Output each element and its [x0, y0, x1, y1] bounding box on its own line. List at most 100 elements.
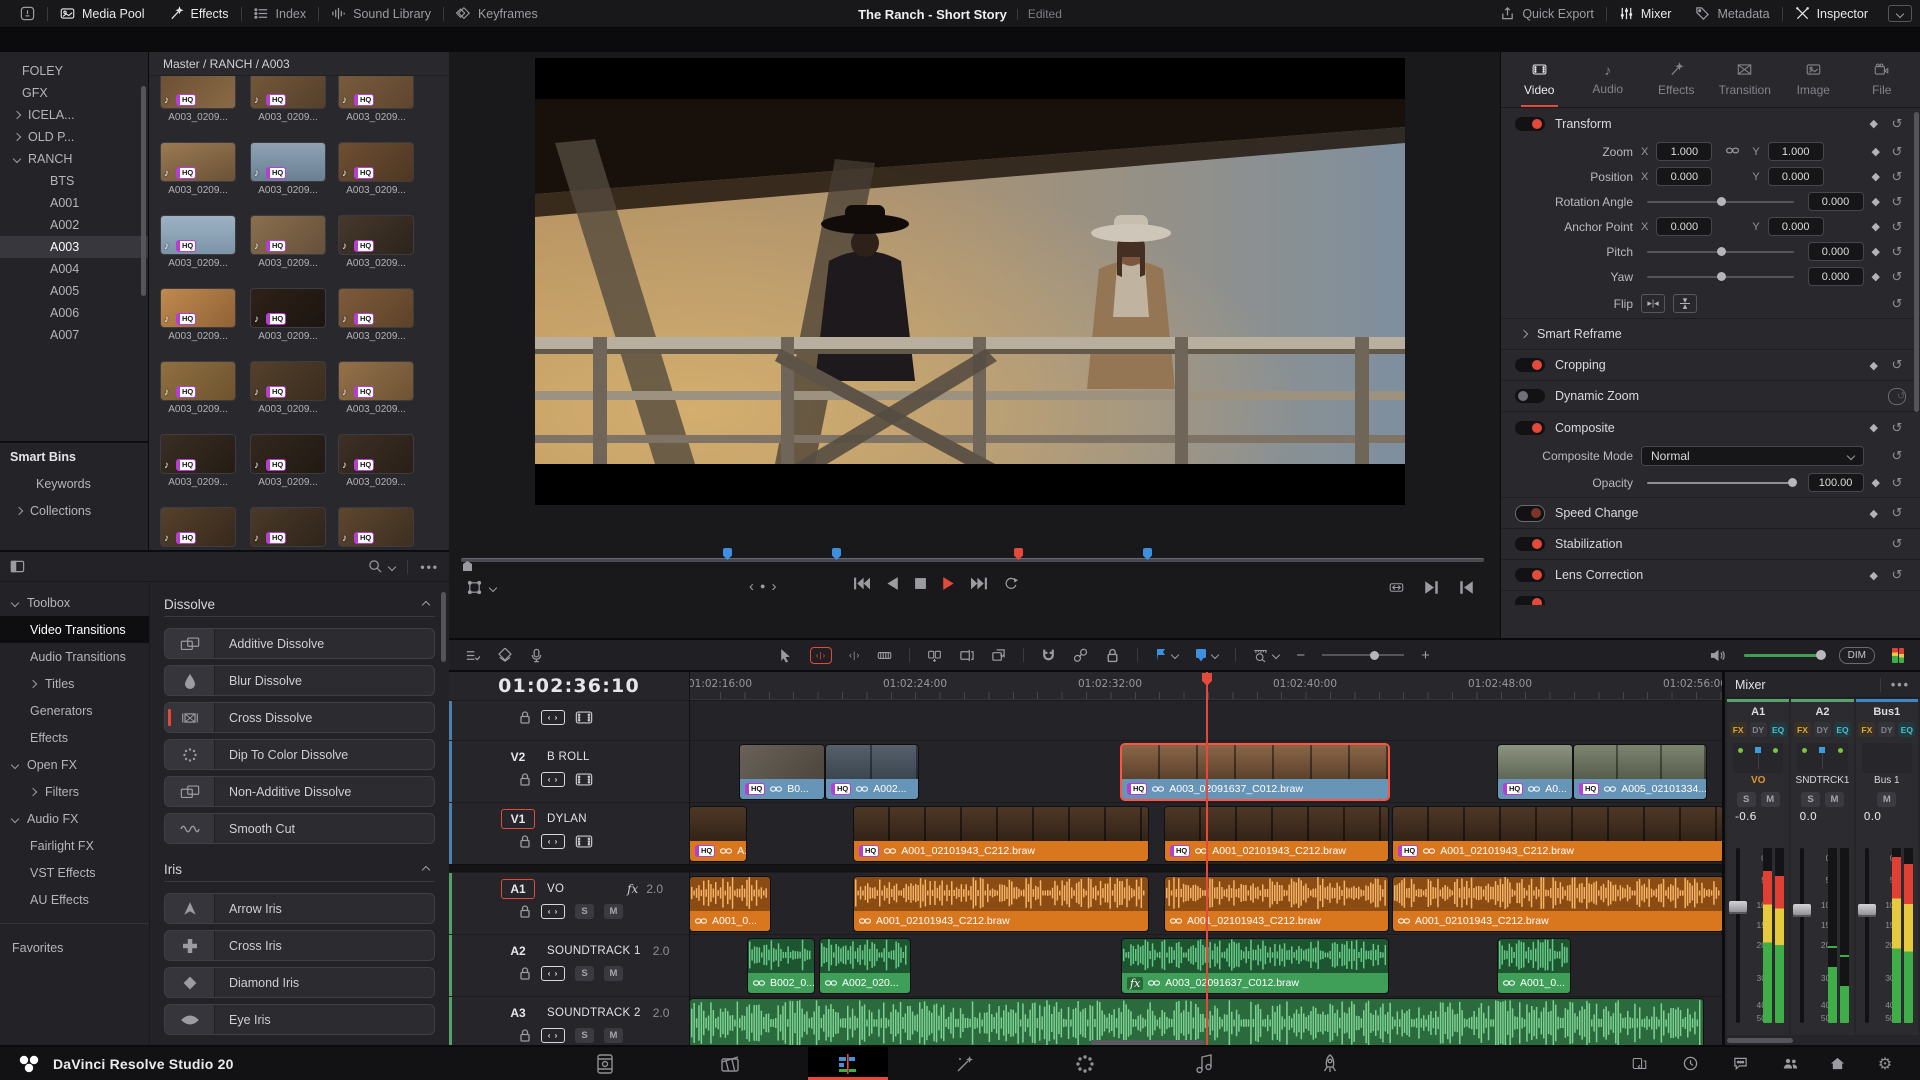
timeline-clip-A001_02101943_C212.braw[interactable]: A001_02101943_C212.braw [854, 877, 1148, 931]
fx-nav-favorites[interactable]: Favorites [0, 934, 149, 961]
keywords-item[interactable]: Keywords [0, 470, 148, 497]
pan-control[interactable] [1733, 743, 1784, 773]
go-to-end-button[interactable] [971, 576, 988, 591]
menu-index[interactable]: Index [242, 0, 319, 28]
fader[interactable] [1793, 848, 1812, 1023]
timeline-clip-A002_020[interactable]: A002_020... [820, 939, 910, 993]
reset-icon[interactable]: ↺ [1888, 116, 1906, 132]
rotation-slider[interactable] [1647, 196, 1794, 206]
timeline-tracks-area[interactable]: 01:02:16:00 01:02:24:00 01:02:32:00 01:02:4… [690, 672, 1722, 1045]
selection-mode-icon[interactable] [778, 648, 793, 663]
media-clip[interactable]: ♪HQA003_0209... [160, 434, 246, 488]
composite-mode-select[interactable]: Normal [1641, 445, 1864, 466]
rotation-input[interactable]: 0.000 [1807, 192, 1864, 211]
page-deliver[interactable] [1302, 1047, 1358, 1080]
bin-item-ICELA...[interactable]: ICELA... [0, 104, 148, 126]
bin-item-BTS[interactable]: BTS [0, 170, 148, 192]
timeline-clip-A001_02101943_C212.braw[interactable]: A001_02101943_C212.braw [1393, 877, 1722, 931]
video-frame[interactable] [535, 58, 1405, 505]
razor-edit-icon[interactable] [877, 648, 892, 663]
effects-search-button[interactable] [368, 559, 397, 574]
track-header-v1[interactable]: V1 DYLAN ‹ › [449, 802, 689, 864]
transition-arrow-iris[interactable]: Arrow Iris [164, 893, 435, 924]
timeline-clip-A005_02101334[interactable]: HQ A005_02101334... [1574, 745, 1706, 799]
timeline-zoom-preset-button[interactable] [1253, 648, 1281, 663]
mixer-options-icon[interactable]: ••• [1879, 677, 1910, 692]
transition-additive-dissolve[interactable]: Additive Dissolve [164, 628, 435, 659]
pan-control[interactable] [1797, 743, 1848, 773]
bin-item-A005[interactable]: A005 [0, 280, 148, 302]
page-cut[interactable] [702, 1047, 758, 1080]
bin-item-FOLEY[interactable]: FOLEY [0, 60, 148, 82]
bin-item-GFX[interactable]: GFX [0, 82, 148, 104]
tab-transition[interactable]: Transition [1711, 52, 1780, 107]
composite-toggle[interactable] [1515, 420, 1545, 435]
zoom-x-input[interactable]: 1.000 [1656, 142, 1713, 161]
mixer-strip-a2[interactable]: A2 FXDYEQ SNDTRCK1 SM 0.0 05101520304050 [1791, 699, 1854, 1035]
yaw-input[interactable]: 0.000 [1807, 267, 1864, 286]
lens-correction-section[interactable]: Lens Correction ◆ ↺ [1501, 560, 1920, 591]
bin-item-OLD P...[interactable]: OLD P... [0, 126, 148, 148]
page-edit[interactable] [808, 1047, 888, 1080]
media-clip[interactable]: ♪HQA003_0209... [160, 215, 246, 269]
mixer-strip-a1[interactable]: A1 FXDYEQ VO SM -0.6 05101520304050 [1727, 699, 1790, 1035]
mixer-button[interactable]: Mixer [1607, 0, 1684, 28]
fx-nav-fairlight-fx[interactable]: Fairlight FX [0, 832, 149, 859]
fx-nav-video-transitions[interactable]: Video Transitions [0, 616, 149, 643]
smart-reframe-section[interactable]: Smart Reframe [1501, 319, 1920, 350]
go-to-start-button[interactable] [853, 576, 870, 591]
menu-sound-library[interactable]: Sound Library [319, 0, 443, 28]
eq-button[interactable]: EQ [1769, 722, 1787, 737]
yaw-slider[interactable] [1647, 271, 1794, 281]
bin-item-A001[interactable]: A001 [0, 192, 148, 214]
audio-meters-icon[interactable] [1892, 647, 1904, 663]
media-clip[interactable]: ♪HQA003_0209... [160, 76, 246, 123]
fx-nav-filters[interactable]: Filters [0, 778, 149, 805]
render-status-icon[interactable] [1673, 1047, 1707, 1080]
play-reverse-button[interactable] [885, 576, 899, 591]
metadata-button[interactable]: Metadata [1683, 0, 1781, 28]
inspector-scrollbar[interactable] [1914, 112, 1919, 412]
speed-change-toggle[interactable] [1515, 504, 1545, 522]
media-clip[interactable]: ♪HQA003_0209... [160, 507, 246, 550]
auto-select-icon[interactable]: ‹ › [541, 709, 565, 725]
page-fairlight[interactable] [1177, 1047, 1233, 1080]
marker-button[interactable] [1195, 648, 1220, 662]
media-clip[interactable]: ♪HQA003_0209... [338, 361, 424, 415]
link-xy-icon[interactable] [1720, 143, 1744, 161]
dynamic-zoom-toggle[interactable] [1515, 389, 1545, 403]
fx-button[interactable]: FX [1729, 722, 1747, 737]
fx-nav-vst-effects[interactable]: VST Effects [0, 859, 149, 886]
snapping-magnet-icon[interactable] [1041, 648, 1056, 663]
overwrite-clip-icon[interactable] [959, 648, 975, 663]
timeline-clip-B002_0[interactable]: B002_0... [748, 939, 814, 993]
media-clip[interactable]: ♪HQA003_0209... [250, 215, 336, 269]
bin-item-A004[interactable]: A004 [0, 258, 148, 280]
bin-item-A006[interactable]: A006 [0, 302, 148, 324]
workspace-pin-icon[interactable] [8, 0, 47, 28]
flag-button[interactable] [1155, 648, 1180, 662]
speed-change-section[interactable]: Speed Change ◆ ↺ [1501, 498, 1920, 529]
mixer-strip-bus1[interactable]: Bus1 FXDYEQ Bus 1 M 0.0 05101520304050 [1855, 699, 1918, 1035]
collaboration-icon[interactable] [1773, 1047, 1807, 1080]
transition-eye-iris[interactable]: Eye Iris [164, 1004, 435, 1035]
jog-control[interactable]: ‹●› [749, 578, 782, 595]
remote-monitoring-icon[interactable] [1622, 1047, 1656, 1080]
replace-clip-icon[interactable] [991, 648, 1006, 663]
cropping-toggle[interactable] [1515, 358, 1545, 372]
bin-item-A002[interactable]: A002 [0, 214, 148, 236]
transform-toggle[interactable] [1515, 116, 1545, 131]
home-icon[interactable] [1820, 1047, 1854, 1080]
zoom-in-button[interactable]: + [1421, 647, 1430, 664]
insert-clip-icon[interactable] [927, 648, 942, 663]
timeline-clip-A001_02101943_C212.braw[interactable]: HQ A001_02101943_C212.braw [1393, 807, 1722, 861]
dissolve-group-header[interactable]: Dissolve [164, 593, 435, 617]
page-fusion[interactable] [937, 1047, 993, 1080]
page-media[interactable] [577, 1047, 633, 1080]
fader[interactable] [1729, 848, 1747, 1023]
timeline-clip-A002[interactable]: HQ A002... [826, 745, 918, 799]
page-color[interactable] [1057, 1047, 1113, 1080]
menu-effects[interactable]: Effects [157, 0, 241, 28]
menu-media-pool[interactable]: Media Pool [48, 0, 157, 28]
flip-vertical-button[interactable]: ▾ ▴ [1673, 294, 1697, 313]
